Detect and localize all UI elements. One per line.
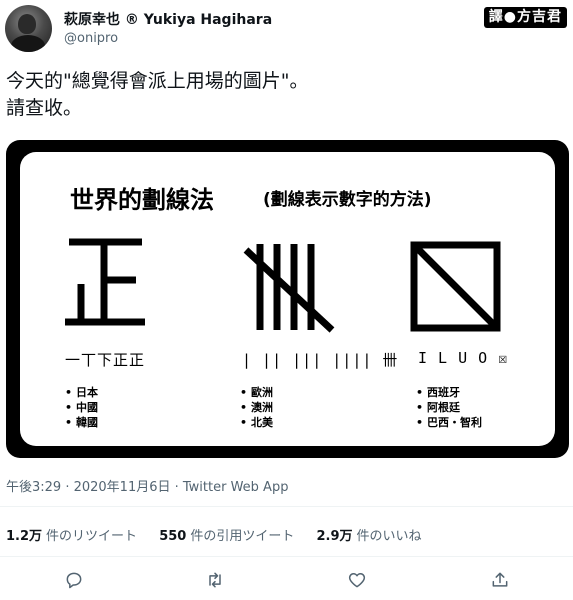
like-count[interactable]: 2.9万 件のいいね [316,525,421,544]
like-count-value: 2.9万 [316,529,353,544]
quote-count-label: 件の引用ツイート [190,529,295,544]
region-item: 巴西・智利 [416,415,482,430]
tweet-text: 今天的"總覺得會派上用場的圖片"。 請查收。 [6,68,566,122]
user-handle[interactable]: @onipro [64,31,118,46]
tweet-image[interactable]: 世界的劃線法 (劃線表示數字的方法) 一丅下正正 | || ||| |||| 卌… [6,140,569,458]
tweet-timestamp[interactable]: 午後3:29 · 2020年11月6日 · Twitter Web App [6,476,288,495]
tally-infographic: 世界的劃線法 (劃線表示數字的方法) 一丅下正正 | || ||| |||| 卌… [20,152,555,446]
tally-mark-five-bar-gate [243,244,335,333]
region-item: 阿根廷 [416,400,482,415]
heart-icon [348,573,366,588]
user-name[interactable]: 萩原幸也 ® Yukiya Hagihara [64,9,272,29]
share-button[interactable] [488,568,512,592]
region-list-3: 西班牙 阿根廷 巴西・智利 [416,385,482,430]
retweet-count-label: 件のリツイート [46,529,138,544]
region-item: 歐洲 [240,385,273,400]
like-count-label: 件のいいね [356,529,422,544]
tally-mark-zheng [65,238,145,326]
avatar-body-shape [11,35,45,52]
like-button[interactable] [345,568,369,592]
region-item: 北美 [240,415,273,430]
divider-bottom [0,556,573,557]
region-item: 日本 [65,385,98,400]
region-item: 中國 [65,400,98,415]
avatar[interactable] [5,5,52,52]
region-item: 韓國 [65,415,98,430]
sequence-square: I L U O ☒ [418,349,509,367]
action-bar [0,568,573,596]
retweet-count-value: 1.2万 [6,529,43,544]
quote-count-value: 550 [159,529,187,544]
sequence-kanji: 一丅下正正 [65,351,146,369]
divider-top [0,506,573,507]
tweet-stats: 1.2万 件のリツイート 550 件の引用ツイート 2.9万 件のいいね [6,525,440,544]
tweet-header: 萩原幸也 ® Yukiya Hagihara @onipro 譯●方吉君 [0,0,573,64]
reply-icon [66,572,82,589]
region-item: 西班牙 [416,385,482,400]
region-list-1: 日本 中國 韓國 [65,385,98,430]
avatar-head-shape [18,14,36,34]
region-list-2: 歐洲 澳洲 北美 [240,385,273,430]
translator-badge: 譯●方吉君 [483,7,567,28]
retweet-button[interactable] [203,568,227,592]
tweet-line-1: 今天的"總覺得會派上用場的圖片"。 [6,70,309,92]
sequence-strokes: | || ||| |||| 卌 [242,351,399,369]
reply-button[interactable] [62,568,86,592]
retweet-count[interactable]: 1.2万 件のリツイート [6,525,137,544]
tweet-line-2: 請查收。 [6,97,83,119]
tally-mark-square [410,241,501,332]
quote-count[interactable]: 550 件の引用ツイート [159,525,294,544]
share-icon [492,572,508,587]
retweet-icon [209,572,221,588]
region-item: 澳洲 [240,400,273,415]
